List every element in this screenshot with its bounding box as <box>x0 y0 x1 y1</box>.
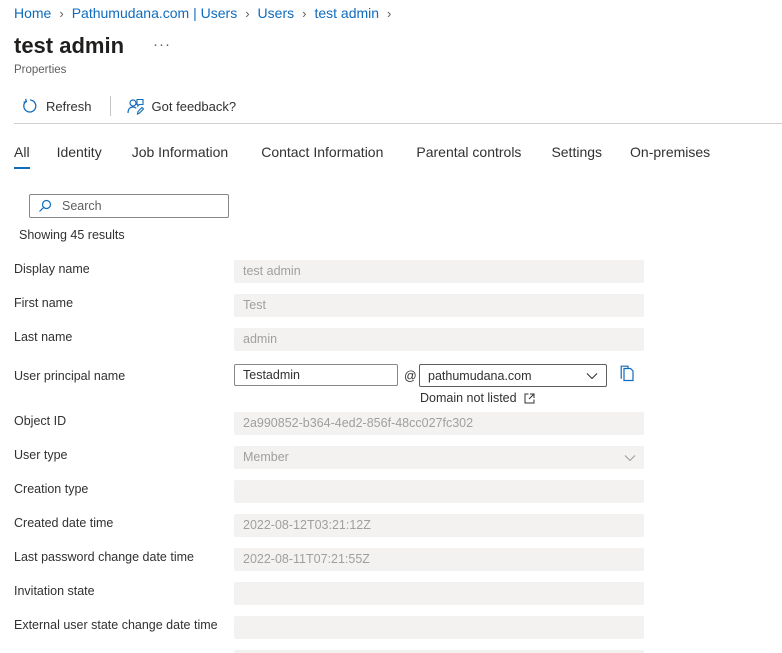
tab-identity[interactable]: Identity <box>57 144 102 168</box>
chevron-down-icon <box>586 372 598 379</box>
search-input[interactable] <box>62 199 202 213</box>
domain-not-listed-label: Domain not listed <box>420 391 517 405</box>
refresh-button[interactable]: Refresh <box>22 98 92 114</box>
chevron-right-icon: › <box>387 5 392 21</box>
last-password-change-label: Last password change date time <box>14 550 194 564</box>
external-user-state-change-field <box>234 616 644 639</box>
user-type-value: Member <box>243 450 289 464</box>
upn-label: User principal name <box>14 369 126 383</box>
external-user-state-change-label: External user state change date time <box>14 618 218 632</box>
copy-icon[interactable] <box>619 365 635 385</box>
tab-settings[interactable]: Settings <box>551 144 602 168</box>
chevron-down-icon <box>624 454 636 461</box>
user-type-dropdown: Member <box>234 446 644 469</box>
command-bar: Refresh Got feedback? <box>14 94 236 118</box>
chevron-right-icon: › <box>245 5 250 21</box>
search-icon <box>39 199 52 212</box>
upn-at-sign: @ <box>404 369 417 383</box>
upn-domain-dropdown[interactable]: pathumudana.com <box>419 364 607 387</box>
feedback-icon <box>126 98 144 115</box>
breadcrumb-users[interactable]: Users <box>258 5 295 21</box>
refresh-icon <box>23 98 37 113</box>
last-name-label: Last name <box>14 330 73 344</box>
more-options-icon[interactable]: ··· <box>153 36 171 53</box>
invitation-state-label: Invitation state <box>14 584 95 598</box>
breadcrumb-home[interactable]: Home <box>14 5 51 21</box>
chevron-right-icon: › <box>59 5 64 21</box>
last-password-change-field: 2022-08-11T07:21:55Z <box>234 548 644 571</box>
tab-parental-controls[interactable]: Parental controls <box>416 144 521 168</box>
feedback-button[interactable]: Got feedback? <box>126 98 237 115</box>
breadcrumb-tenant-users[interactable]: Pathumudana.com | Users <box>72 5 238 21</box>
results-count: Showing 45 results <box>19 228 125 242</box>
feedback-label: Got feedback? <box>151 98 237 114</box>
tab-job-information[interactable]: Job Information <box>132 144 229 168</box>
created-date-time-label: Created date time <box>14 516 114 530</box>
invitation-state-field <box>234 582 644 605</box>
tab-contact-information[interactable]: Contact Information <box>261 144 383 168</box>
breadcrumb: Home › Pathumudana.com | Users › Users ›… <box>14 5 399 21</box>
breadcrumb-current-user[interactable]: test admin <box>314 5 379 21</box>
first-name-field: Test <box>234 294 644 317</box>
display-name-field: test admin <box>234 260 644 283</box>
display-name-label: Display name <box>14 262 90 276</box>
tab-bar: All Identity Job Information Contact Inf… <box>14 144 710 172</box>
domain-not-listed-link[interactable]: Domain not listed <box>420 391 535 405</box>
object-id-field: 2a990852-b364-4ed2-856f-48cc027fc302 <box>234 412 644 435</box>
user-type-label: User type <box>14 448 68 462</box>
first-name-label: First name <box>14 296 74 310</box>
external-link-icon <box>524 393 535 403</box>
last-name-field: admin <box>234 328 644 351</box>
command-divider <box>109 96 111 116</box>
created-date-time-field: 2022-08-12T03:21:12Z <box>234 514 644 537</box>
page-subtitle: Properties <box>14 64 67 76</box>
command-bar-divider <box>14 123 782 124</box>
tab-all[interactable]: All <box>14 144 30 169</box>
creation-type-field <box>234 480 644 503</box>
page-title: test admin <box>14 33 125 58</box>
upn-domain-value: pathumudana.com <box>428 368 532 383</box>
chevron-right-icon: › <box>302 5 307 21</box>
upn-username-input[interactable]: Testadmin <box>234 364 398 386</box>
creation-type-label: Creation type <box>14 482 89 496</box>
object-id-label: Object ID <box>14 414 67 428</box>
tab-on-premises[interactable]: On-premises <box>630 144 710 168</box>
search-box <box>29 194 229 218</box>
refresh-label: Refresh <box>46 98 92 114</box>
